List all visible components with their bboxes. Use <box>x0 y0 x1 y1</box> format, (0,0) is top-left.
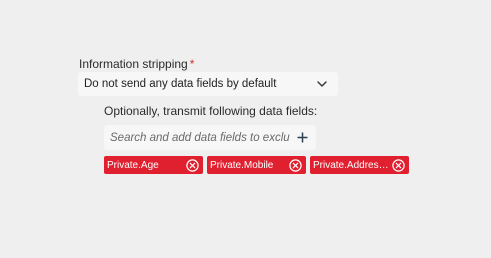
chip-label: Private.Addresse... <box>313 159 391 171</box>
close-circle-icon[interactable] <box>185 158 199 172</box>
information-stripping-label: Information stripping * <box>79 57 194 71</box>
field-label-text: Information stripping <box>79 57 188 71</box>
information-stripping-panel: Information stripping * Do not send any d… <box>0 0 491 258</box>
chevron-down-icon <box>316 78 328 90</box>
close-circle-icon[interactable] <box>391 158 405 172</box>
chip-label: Private.Age <box>107 159 159 171</box>
data-field-chip: Private.Age <box>104 156 203 174</box>
close-circle-icon[interactable] <box>288 158 302 172</box>
data-field-search-input[interactable] <box>110 131 290 144</box>
chip-label: Private.Mobile <box>210 159 274 171</box>
information-stripping-select[interactable]: Do not send any data fields by default <box>78 72 338 96</box>
selected-data-fields: Private.Age Private.Mobile Private.Addre… <box>104 156 409 174</box>
data-field-chip: Private.Mobile <box>207 156 306 174</box>
plus-icon[interactable] <box>294 130 310 146</box>
data-field-search <box>104 125 316 150</box>
select-value: Do not send any data fields by default <box>84 78 277 90</box>
required-marker: * <box>189 57 195 71</box>
optional-fields-label: Optionally, transmit following data fiel… <box>104 104 318 118</box>
data-field-chip: Private.Addresse... <box>310 156 409 174</box>
